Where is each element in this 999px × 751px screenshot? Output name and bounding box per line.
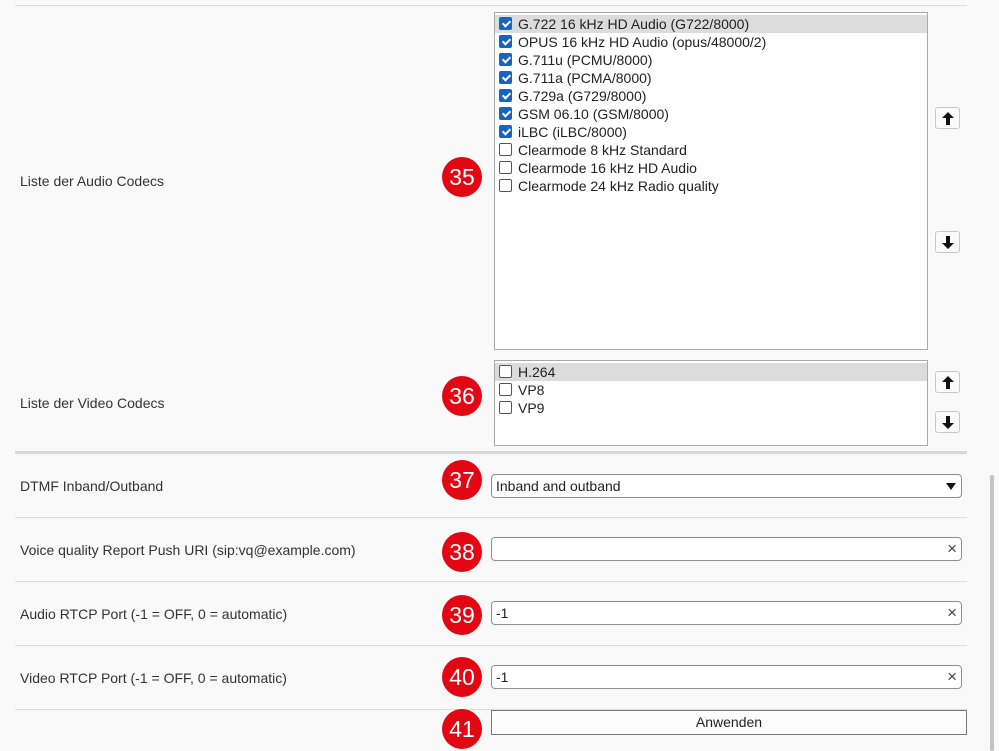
codec-option[interactable]: G.711u (PCMU/8000) — [495, 51, 927, 69]
codec-option[interactable]: Clearmode 8 kHz Standard — [495, 141, 927, 159]
codec-option-label: VP8 — [518, 382, 545, 398]
codec-option[interactable]: Clearmode 16 kHz HD Audio — [495, 159, 927, 177]
codec-option[interactable]: GSM 06.10 (GSM/8000) — [495, 105, 927, 123]
checkbox-unchecked[interactable] — [499, 143, 512, 156]
codec-option[interactable]: G.729a (G729/8000) — [495, 87, 927, 105]
vq-uri-label: Voice quality Report Push URI (sip:vq@ex… — [20, 542, 356, 558]
video-move-down-button[interactable] — [935, 411, 960, 433]
checkbox-checked[interactable] — [499, 53, 512, 66]
separator — [15, 451, 967, 454]
clear-icon[interactable]: × — [947, 667, 957, 687]
audio-rtcp-input[interactable]: -1 × — [491, 601, 962, 625]
audio-move-up-button[interactable] — [935, 107, 960, 129]
apply-button[interactable]: Anwenden — [491, 710, 967, 735]
codec-option[interactable]: H.264 — [495, 363, 927, 381]
checkbox-checked[interactable] — [499, 17, 512, 30]
codec-option[interactable]: iLBC (iLBC/8000) — [495, 123, 927, 141]
checkbox-checked[interactable] — [499, 107, 512, 120]
codec-option-label: G.729a (G729/8000) — [518, 88, 647, 104]
checkbox-unchecked[interactable] — [499, 365, 512, 378]
codec-option[interactable]: VP9 — [495, 399, 927, 417]
codec-option-label: GSM 06.10 (GSM/8000) — [518, 106, 669, 122]
checkbox-checked[interactable] — [499, 125, 512, 138]
step-badge-36: 36 — [442, 376, 482, 416]
checkbox-checked[interactable] — [499, 71, 512, 84]
arrow-down-icon — [942, 416, 954, 429]
codec-option-label: VP9 — [518, 400, 545, 416]
separator — [15, 645, 967, 646]
video-rtcp-input[interactable]: -1 × — [491, 665, 962, 689]
dtmf-label: DTMF Inband/Outband — [20, 478, 164, 494]
audio-codecs-label: Liste der Audio Codecs — [20, 173, 164, 189]
separator — [15, 517, 967, 518]
audio-rtcp-label: Audio RTCP Port (-1 = OFF, 0 = automatic… — [20, 606, 288, 622]
codec-option[interactable]: OPUS 16 kHz HD Audio (opus/48000/2) — [495, 33, 927, 51]
codec-option-label: iLBC (iLBC/8000) — [518, 124, 627, 140]
codec-option-label: G.722 16 kHz HD Audio (G722/8000) — [518, 16, 750, 32]
step-badge-40: 40 — [442, 657, 482, 697]
checkbox-unchecked[interactable] — [499, 383, 512, 396]
step-badge-38: 38 — [442, 532, 482, 572]
codec-option-label: Clearmode 24 kHz Radio quality — [518, 178, 719, 194]
video-rtcp-label: Video RTCP Port (-1 = OFF, 0 = automatic… — [20, 670, 287, 686]
codec-option-label: G.711u (PCMU/8000) — [518, 52, 653, 68]
scrollbar[interactable] — [990, 475, 994, 751]
codec-option-label: Clearmode 16 kHz HD Audio — [518, 160, 697, 176]
video-codecs-listbox[interactable]: H.264 VP8 VP9 — [494, 360, 928, 446]
codec-option-label: Clearmode 8 kHz Standard — [518, 142, 687, 158]
step-badge-37: 37 — [442, 460, 482, 500]
audio-rtcp-value: -1 — [496, 605, 509, 621]
dtmf-selected-value: Inband and outband — [496, 478, 621, 494]
codec-option[interactable]: G.722 16 kHz HD Audio (G722/8000) — [495, 15, 927, 33]
audio-move-down-button[interactable] — [935, 231, 960, 253]
checkbox-unchecked[interactable] — [499, 401, 512, 414]
codec-option-label: OPUS 16 kHz HD Audio (opus/48000/2) — [518, 34, 767, 50]
step-badge-35: 35 — [442, 157, 482, 197]
arrow-down-icon — [942, 236, 954, 249]
checkbox-unchecked[interactable] — [499, 179, 512, 192]
codec-option-label: G.711a (PCMA/8000) — [518, 70, 652, 86]
video-codecs-label: Liste der Video Codecs — [20, 395, 165, 411]
codec-option[interactable]: VP8 — [495, 381, 927, 399]
step-badge-39: 39 — [442, 595, 482, 635]
arrow-up-icon — [942, 376, 954, 389]
dtmf-select[interactable]: Inband and outband — [491, 474, 962, 498]
codec-option[interactable]: G.711a (PCMA/8000) — [495, 69, 927, 87]
video-move-up-button[interactable] — [935, 371, 960, 393]
checkbox-checked[interactable] — [499, 35, 512, 48]
clear-icon[interactable]: × — [947, 603, 957, 623]
separator — [15, 581, 967, 582]
codec-option[interactable]: Clearmode 24 kHz Radio quality — [495, 177, 927, 195]
arrow-up-icon — [942, 112, 954, 125]
vq-uri-input[interactable]: × — [491, 537, 962, 561]
checkbox-checked[interactable] — [499, 89, 512, 102]
checkbox-unchecked[interactable] — [499, 161, 512, 174]
clear-icon[interactable]: × — [947, 539, 957, 559]
caret-down-icon — [946, 483, 956, 490]
codec-option-label: H.264 — [518, 364, 556, 380]
separator — [15, 5, 967, 6]
step-badge-41: 41 — [442, 709, 482, 749]
video-rtcp-value: -1 — [496, 669, 509, 685]
audio-codecs-listbox[interactable]: G.722 16 kHz HD Audio (G722/8000) OPUS 16… — [494, 12, 928, 350]
